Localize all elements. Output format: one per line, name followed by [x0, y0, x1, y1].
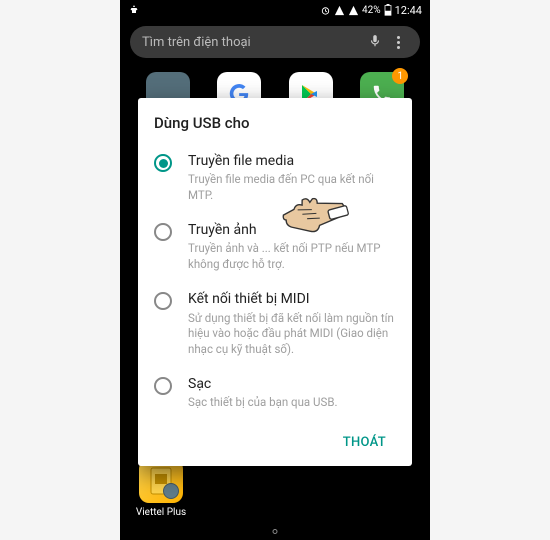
signal-icon-2	[348, 5, 359, 16]
radio-icon	[154, 377, 172, 395]
option-photo-transfer[interactable]: Truyền ảnh Truyền ảnh và ... kết nối PTP…	[154, 215, 396, 284]
exit-button[interactable]: THOÁT	[333, 427, 396, 458]
dialog-title: Dùng USB cho	[154, 114, 396, 132]
viettel-app[interactable]: Viettel Plus	[134, 459, 188, 518]
app-label: Viettel Plus	[134, 507, 188, 518]
battery-icon	[384, 4, 392, 16]
status-bar: 42% 12:44	[120, 0, 430, 20]
phone-screen: 42% 12:44 Tìm trên điện thoại 1 Dùng USB…	[120, 0, 430, 540]
more-icon[interactable]	[388, 26, 408, 58]
option-desc: Sạc thiết bị của bạn qua USB.	[188, 395, 396, 411]
signal-icon	[334, 5, 345, 16]
option-midi[interactable]: Kết nối thiết bị MIDI Sử dụng thiết bị đ…	[154, 284, 396, 369]
radio-selected-icon	[154, 154, 172, 172]
phone-badge: 1	[392, 68, 408, 84]
option-label: Kết nối thiết bị MIDI	[188, 290, 396, 308]
option-label: Sạc	[188, 375, 396, 393]
alarm-icon	[320, 5, 331, 16]
battery-percent: 42%	[362, 5, 381, 16]
home-indicator	[273, 529, 278, 534]
search-placeholder: Tìm trên điện thoại	[142, 35, 368, 50]
option-desc: Sử dụng thiết bị đã kết nối làm nguồn tí…	[188, 311, 396, 358]
radio-icon	[154, 223, 172, 241]
option-label: Truyền file media	[188, 152, 396, 170]
option-charge[interactable]: Sạc Sạc thiết bị của bạn qua USB.	[154, 369, 396, 423]
status-time: 12:44	[395, 4, 422, 17]
usb-dialog: Dùng USB cho Truyền file media Truyền fi…	[138, 98, 412, 466]
mic-icon[interactable]	[368, 33, 382, 52]
notification-icon	[128, 4, 140, 16]
search-bar[interactable]: Tìm trên điện thoại	[130, 26, 420, 58]
radio-icon	[154, 292, 172, 310]
